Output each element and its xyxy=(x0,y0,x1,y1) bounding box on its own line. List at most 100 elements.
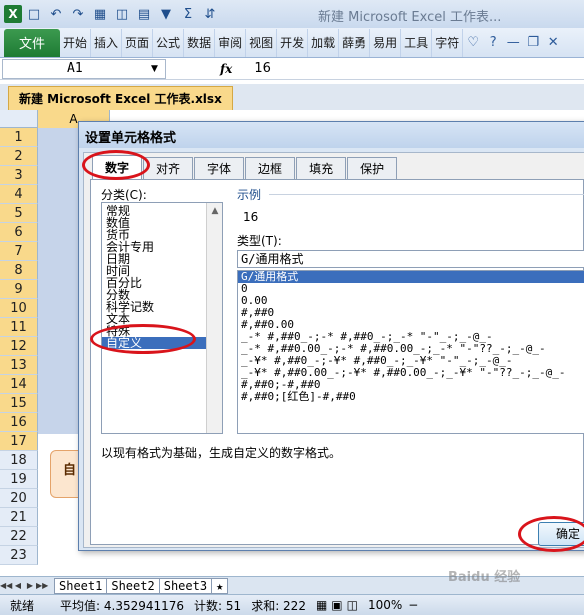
tab-view[interactable]: 视图 xyxy=(246,28,278,57)
tab-protection[interactable]: 保护 xyxy=(347,157,398,179)
help-icon[interactable]: ? xyxy=(483,33,503,53)
format-code-item[interactable]: G/通用格式 xyxy=(238,271,584,283)
tab-data[interactable]: 数据 xyxy=(184,28,216,57)
row-header[interactable]: 2 xyxy=(0,147,38,166)
tab-home[interactable]: 开始 xyxy=(60,28,92,57)
tab-insert[interactable]: 插入 xyxy=(91,28,123,57)
format-code-item[interactable]: 0 xyxy=(238,283,584,295)
calculator-icon[interactable]: ▤ xyxy=(134,4,154,24)
title-bar: X □ ↶ ↷ ▦ ◫ ▤ ▼ Σ ⇵ 新建 Microsoft Excel 工… xyxy=(0,0,584,28)
zoom-level[interactable]: 100% xyxy=(368,598,402,612)
row-header[interactable]: 20 xyxy=(0,489,38,508)
last-sheet-icon[interactable]: ▶▶ xyxy=(36,581,48,590)
sheet-tab-3[interactable]: Sheet3 xyxy=(158,577,213,594)
scroll-up-icon[interactable]: ▲ xyxy=(207,203,223,219)
undo-icon[interactable]: ↶ xyxy=(46,4,66,24)
row-header[interactable]: 18 xyxy=(0,451,38,470)
tab-border[interactable]: 边框 xyxy=(245,157,296,179)
file-tab[interactable]: 文件 xyxy=(4,28,60,57)
status-count: 计数: 51 xyxy=(194,598,242,613)
filter-icon[interactable]: ▼ xyxy=(156,4,176,24)
row-header[interactable]: 14 xyxy=(0,375,38,394)
sheet-tab-2[interactable]: Sheet2 xyxy=(106,577,160,594)
category-list[interactable]: 常规 数值 货币 会计专用 日期 时间 百分比 分数 科学记数 文本 特殊 自定义 ▲ xyxy=(101,202,223,434)
row-header[interactable]: 10 xyxy=(0,299,38,318)
row-header[interactable]: 13 xyxy=(0,356,38,375)
row-header[interactable]: 5 xyxy=(0,204,38,223)
row-header[interactable]: 6 xyxy=(0,223,38,242)
row-header[interactable]: 11 xyxy=(0,318,38,337)
insert-sheet-icon[interactable]: ★ xyxy=(211,577,229,594)
row-header[interactable]: 8 xyxy=(0,261,38,280)
tab-page-layout[interactable]: 页面 xyxy=(122,28,154,57)
chevron-down-icon[interactable]: ▼ xyxy=(151,64,165,74)
tab-easy[interactable]: 易用 xyxy=(370,28,402,57)
restore-icon[interactable]: ❐ xyxy=(523,33,543,53)
print-preview-icon[interactable]: ▦ xyxy=(90,4,110,24)
heart-icon[interactable]: ♡ xyxy=(463,33,483,53)
category-scrollbar[interactable]: ▲ xyxy=(206,203,222,433)
close-icon[interactable]: ✕ xyxy=(543,33,563,53)
status-ready: 就绪 xyxy=(10,598,35,613)
format-code-list[interactable]: G/通用格式 0 0.00 #,##0 #,##0.00 _-* #,##0_-;-* #… xyxy=(237,270,584,434)
formula-input[interactable]: 16 xyxy=(254,61,271,76)
tab-review[interactable]: 审阅 xyxy=(215,28,247,57)
row-header[interactable]: 1 xyxy=(0,128,38,147)
row-header[interactable]: 21 xyxy=(0,508,38,527)
formula-bar: A1 ▼ fx 16 xyxy=(0,58,584,80)
sample-divider xyxy=(269,194,584,195)
row-header[interactable]: 9 xyxy=(0,280,38,299)
category-label: 分类(C): xyxy=(101,188,147,202)
tab-addins[interactable]: 加载 xyxy=(308,28,340,57)
sort-icon[interactable]: ⇵ xyxy=(200,4,220,24)
status-sum: 求和: 222 xyxy=(251,598,306,613)
prev-sheet-icon[interactable]: ◀ xyxy=(12,581,24,590)
zoom-out-icon[interactable]: − xyxy=(408,598,418,612)
fx-icon[interactable]: fx xyxy=(220,62,232,76)
row-header[interactable]: 17 xyxy=(0,432,38,451)
row-header[interactable]: 16 xyxy=(0,413,38,432)
status-bar: 就绪 平均值: 4.352941176 计数: 51 求和: 222 ▦ ▣ ◫… xyxy=(0,594,584,615)
first-sheet-icon[interactable]: ◀◀ xyxy=(0,581,12,590)
row-header[interactable]: 15 xyxy=(0,394,38,413)
workbook-tab[interactable]: 新建 Microsoft Excel 工作表.xlsx xyxy=(8,86,233,110)
borders-icon[interactable]: ◫ xyxy=(112,4,132,24)
page-layout-view-icon[interactable]: ▣ xyxy=(331,598,342,612)
row-header[interactable]: 4 xyxy=(0,185,38,204)
row-header[interactable]: 7 xyxy=(0,242,38,261)
tab-developer[interactable]: 开发 xyxy=(277,28,309,57)
format-code-item[interactable]: #,##0;[红色]-#,##0 xyxy=(238,391,584,403)
row-header[interactable]: 3 xyxy=(0,166,38,185)
redo-icon[interactable]: ↷ xyxy=(68,4,88,24)
format-code-item[interactable]: 0.00 xyxy=(238,295,584,307)
row-header[interactable]: 19 xyxy=(0,470,38,489)
name-box[interactable]: A1 ▼ xyxy=(2,58,166,79)
description-text: 以现有格式为基础，生成自定义的数字格式。 xyxy=(101,446,342,460)
select-all-corner[interactable] xyxy=(0,110,38,128)
sheet-tab-1[interactable]: Sheet1 xyxy=(54,577,108,594)
row-header[interactable]: 23 xyxy=(0,546,38,565)
tab-chars[interactable]: 字符 xyxy=(432,28,464,57)
window-title: 新建 Microsoft Excel 工作表... xyxy=(318,10,502,25)
normal-view-icon[interactable]: ▦ xyxy=(316,598,327,612)
ribbon-tabs: 文件 开始 插入 页面 公式 数据 审阅 视图 开发 加载 薛勇 易用 工具 字… xyxy=(0,28,584,58)
workbook-tabs: 新建 Microsoft Excel 工作表.xlsx xyxy=(0,84,584,110)
page-break-view-icon[interactable]: ◫ xyxy=(347,598,358,612)
row-header[interactable]: 12 xyxy=(0,337,38,356)
tab-tools[interactable]: 工具 xyxy=(401,28,433,57)
sample-value: 16 xyxy=(243,210,259,224)
next-sheet-icon[interactable]: ▶ xyxy=(24,581,36,590)
highlight-ok-button xyxy=(518,516,584,552)
tab-fill[interactable]: 填充 xyxy=(296,157,347,179)
minimize-icon[interactable]: — xyxy=(503,33,523,53)
row-header[interactable]: 22 xyxy=(0,527,38,546)
save-icon[interactable]: □ xyxy=(24,4,44,24)
sample-legend: 示例 xyxy=(237,188,262,202)
dialog-title: 设置单元格格式 xyxy=(79,122,584,148)
tab-font[interactable]: 字体 xyxy=(194,157,245,179)
type-input[interactable]: G/通用格式 xyxy=(237,250,584,268)
autosum-icon[interactable]: Σ xyxy=(178,4,198,24)
tab-formulas[interactable]: 公式 xyxy=(153,28,185,57)
tab-alignment[interactable]: 对齐 xyxy=(143,157,194,179)
tab-xueyong[interactable]: 薛勇 xyxy=(339,28,371,57)
